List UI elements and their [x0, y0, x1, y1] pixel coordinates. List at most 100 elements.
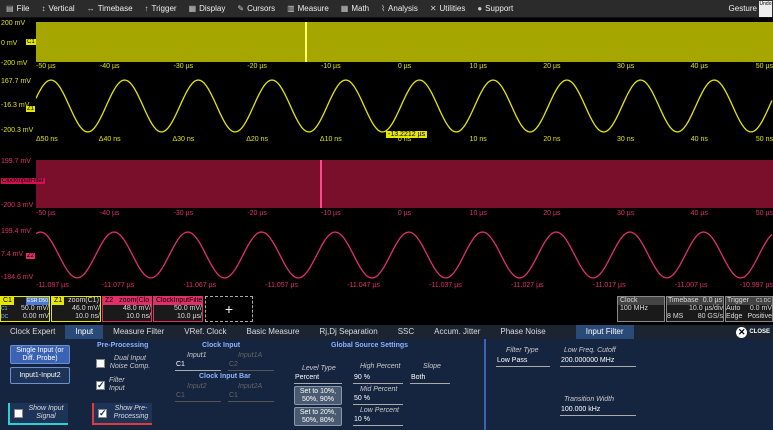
z1-marker[interactable]: Z1 [26, 106, 36, 112]
cursors-icon: ✎ [237, 4, 245, 13]
c1-sub1: C1 [1, 306, 8, 312]
z2-name: Z2 [105, 297, 114, 304]
trigger-type: Edge [726, 313, 743, 320]
y-label-bottom: -200.3 mV [1, 127, 34, 134]
tab-input-filter[interactable]: Input Filter [575, 325, 634, 339]
low-freq-field[interactable]: 200.000000 MHz [560, 357, 636, 367]
gesture-label[interactable]: Gesture [729, 4, 757, 13]
dual-input-checkbox[interactable] [96, 359, 105, 368]
add-trace-button[interactable]: + [205, 296, 253, 322]
x-tick-label: -11.027 µs [510, 282, 544, 289]
single-input-button[interactable]: Single Input (or Diff. Probe) [10, 345, 70, 364]
file-icon: ▤ [6, 4, 14, 13]
show-preproc-checkbox[interactable] [98, 408, 107, 419]
x-tick-label: -30 µs [173, 210, 194, 217]
slope-select[interactable]: Both [410, 374, 450, 384]
filter-input-checkbox[interactable] [96, 380, 105, 391]
z1-title: zoom(C1) [68, 297, 99, 304]
menu-trigger[interactable]: ↑ Trigger [139, 4, 183, 13]
x-tick-label: -50 µs [36, 210, 56, 217]
x-tick-label: 0 µs [397, 63, 412, 70]
menu-file[interactable]: ▤ File [0, 4, 35, 13]
input1-select[interactable]: C1 [175, 361, 221, 371]
input1-input2-button[interactable]: Input1-Input2 [10, 367, 70, 384]
z2-marker[interactable]: Z2 [26, 253, 36, 259]
show-input-signal-label: Show Input Signal [28, 405, 64, 420]
mid-percent-field[interactable]: 50 % [353, 395, 403, 405]
high-percent-label: High Percent [360, 363, 401, 370]
x-tick-label: -11.037 µs [429, 282, 462, 289]
x-tick-label: 40 ns [690, 136, 708, 143]
input1a-select[interactable]: C2 [228, 361, 274, 371]
set-20-50-80-button[interactable]: Set to 20%, 50%, 80% [294, 407, 342, 426]
menu-support[interactable]: ● Support [471, 4, 519, 13]
x-tick-label: 10 ns [469, 136, 487, 143]
c1-trace [36, 22, 773, 62]
tab-rj-dj-separation[interactable]: Rj,Dj Separation [309, 325, 387, 339]
y-label-bottom: -200.3 mV [1, 202, 34, 209]
clock-filter-name: ClockInputFilter [154, 297, 202, 305]
global-source-title: Global Source Settings [331, 342, 409, 349]
x-tick-label: -11.077 µs [101, 282, 135, 289]
low-freq-label: Low Freq. Cutoff [564, 347, 616, 354]
z2-scale: 48.0 mV/ [122, 305, 151, 312]
support-icon: ● [477, 4, 483, 13]
transition-width-field[interactable]: 100.000 kHz [560, 406, 636, 416]
c1-offset: 0.00 mV [22, 313, 49, 320]
menu-cursors[interactable]: ✎ Cursors [231, 4, 281, 13]
timebase-descriptor[interactable]: Timebase 0.0 µs 10.0 µs/div 8 MS 80 GS/s [666, 296, 724, 322]
menu-vertical[interactable]: ↕ Vertical [35, 4, 80, 13]
input2a-label: Input2A [238, 383, 263, 390]
c1-marker[interactable]: C1 [26, 39, 36, 45]
waveform-line [36, 79, 773, 133]
set-10-50-90-button[interactable]: Set to 10%, 50%, 90% [294, 386, 342, 405]
tab-phase-noise[interactable]: Phase Noise [490, 325, 555, 339]
x-tick-label: Δ30 ns [172, 136, 195, 143]
high-percent-field[interactable]: 90 % [353, 374, 403, 384]
tab-measure-filter[interactable]: Measure Filter [103, 325, 174, 339]
tab-vref-clock[interactable]: VRef. Clock [174, 325, 236, 339]
clock-descriptor[interactable]: Clock 100 MHz [617, 296, 665, 322]
preproc-title: Pre-Processing [97, 342, 149, 349]
clock-filter-marker[interactable]: ClockInputFilter [1, 178, 45, 184]
c1-badge: ESR D50 [26, 297, 49, 305]
menu-label: Timebase [97, 4, 133, 13]
level-type-select[interactable]: Percent [294, 374, 342, 384]
menu-display[interactable]: ▦ Display [183, 4, 232, 13]
tab-basic-measure[interactable]: Basic Measure [237, 325, 310, 339]
close-button[interactable]: ✕ CLOSE [736, 326, 773, 338]
trigger-descriptor[interactable]: Trigger C1 DC Auto 0.0 mV Edge Positive [725, 296, 773, 322]
tab-accum-jitter[interactable]: Accum. Jitter [424, 325, 490, 339]
x-tick-label: -30 µs [173, 63, 194, 70]
tab-clock-expert[interactable]: Clock Expert [0, 325, 65, 339]
menu-measure[interactable]: ▥ Measure [281, 4, 335, 13]
filter-type-select[interactable]: Low Pass [496, 357, 550, 367]
z1-descriptor[interactable]: Z1 zoom(C1) 46.0 mV/ 10.0 ns/ [51, 296, 101, 322]
filter-type-label: Filter Type [506, 347, 539, 354]
z2-descriptor[interactable]: Z2 zoom(Clo 48.0 mV/ 10.0 ns/ [102, 296, 152, 322]
x-tick-label: 40 µs [690, 63, 708, 70]
x-tick-label: Δ20 ns [246, 136, 268, 143]
c1-descriptor[interactable]: C1 ESR D50 C1 50.0 mV/ DC 0.00 mV [0, 296, 50, 322]
clock-filter-trace-area [36, 160, 773, 208]
trigger-badge: C1 DC [755, 298, 771, 304]
low-percent-field[interactable]: 10 % [353, 416, 403, 426]
tab-input[interactable]: Input [65, 325, 104, 339]
x-tick-label: -50 µs [36, 63, 56, 70]
waveform-display[interactable]: 200 mV 0 mV -200 mV C1 -50 µs -40 µs -30 µ… [0, 18, 773, 294]
menu-timebase[interactable]: ↔ Timebase [81, 4, 139, 13]
menu-bar: ▤ File ↕ Vertical ↔ Timebase ↑ Trigger ▦ Display ✎… [0, 0, 773, 18]
menu-math[interactable]: ▦ Math [335, 4, 375, 13]
undo-button[interactable]: Undo [759, 1, 772, 17]
menu-analysis[interactable]: ⌇ Analysis [375, 4, 424, 13]
tab-ssc[interactable]: SSC [388, 325, 424, 339]
input2-select[interactable]: C1 [175, 392, 221, 402]
show-input-signal-toggle[interactable]: Show Input Signal [8, 403, 68, 425]
clock-filter-descriptor[interactable]: ClockInputFilter 50.0 mV/ 10.0 µs/ [153, 296, 203, 322]
show-input-signal-checkbox[interactable] [14, 409, 23, 418]
x-tick-label: Δ50 ns [36, 136, 58, 143]
z1-scale: 46.0 mV/ [71, 305, 100, 312]
input2a-select[interactable]: C1 [228, 392, 274, 402]
menu-utilities[interactable]: ✕ Utilities [424, 4, 471, 13]
show-preproc-toggle[interactable]: Show Pre-Processing [92, 403, 152, 425]
